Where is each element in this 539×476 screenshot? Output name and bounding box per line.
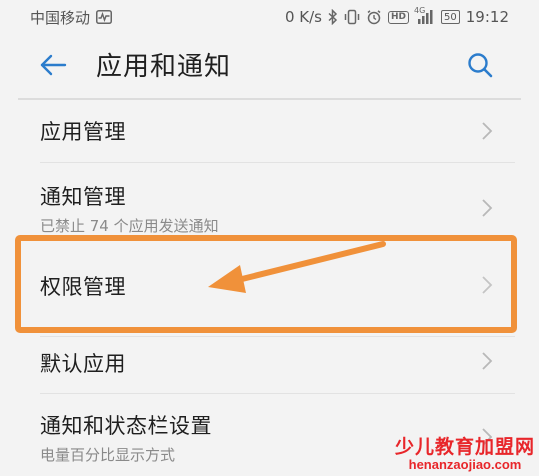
- clock-label: 19:12: [465, 8, 509, 26]
- signal-icon: 4G: [414, 6, 435, 25]
- status-bar: 中国移动 0 K/s HD 4G 50 19:12: [0, 0, 539, 34]
- list-item-title: 通知管理: [40, 185, 126, 209]
- title-bar: 应用和通知: [0, 34, 539, 98]
- list-item-title: 通知和状态栏设置: [40, 414, 212, 438]
- search-icon: [466, 51, 494, 83]
- list-item-permission-management[interactable]: 权限管理: [0, 243, 539, 327]
- watermark: 少儿教育加盟网 henanzaojiao.com: [394, 436, 535, 473]
- page-title: 应用和通知: [96, 52, 232, 82]
- watermark-cn: 少儿教育加盟网: [394, 436, 535, 459]
- list-item-subtitle: 电量百分比显示方式: [40, 446, 176, 464]
- network-type-label: 4G: [414, 6, 426, 15]
- status-bar-left: 中国移动: [30, 7, 113, 28]
- settings-screen: 中国移动 0 K/s HD 4G 50 19:12 应用和通知 应用管理 通知管…: [0, 0, 539, 476]
- watermark-en: henanzaojiao.com: [408, 457, 522, 473]
- alarm-icon: [366, 9, 382, 25]
- chevron-right-icon: [481, 351, 493, 371]
- list-item-subtitle: 已禁止 74 个应用发送通知: [40, 217, 219, 235]
- list-item-default-apps[interactable]: 默认应用: [0, 337, 539, 393]
- list-item-notification-management[interactable]: 通知管理 已禁止 74 个应用发送通知: [0, 163, 539, 243]
- hd-icon: HD: [388, 10, 410, 24]
- net-speed-label: 0 K/s: [284, 8, 323, 26]
- vibrate-icon: [344, 9, 360, 25]
- chevron-right-icon: [481, 275, 493, 295]
- chevron-right-icon: [481, 198, 493, 218]
- chevron-right-icon: [481, 121, 493, 141]
- carrier-label: 中国移动: [30, 8, 91, 27]
- activity-icon: [96, 10, 113, 24]
- list-item-title: 默认应用: [40, 352, 126, 376]
- status-bar-right: 0 K/s HD 4G 50 19:12: [284, 6, 509, 26]
- bluetooth-icon: [328, 9, 338, 25]
- list-item-title: 应用管理: [40, 120, 126, 144]
- arrow-left-icon: [39, 53, 67, 81]
- list-item-title: 权限管理: [40, 275, 126, 299]
- battery-icon: 50: [441, 10, 460, 24]
- search-button[interactable]: [463, 50, 497, 84]
- list-item-app-management[interactable]: 应用管理: [0, 100, 539, 162]
- battery-level: 50: [444, 11, 457, 23]
- back-button[interactable]: [36, 50, 70, 84]
